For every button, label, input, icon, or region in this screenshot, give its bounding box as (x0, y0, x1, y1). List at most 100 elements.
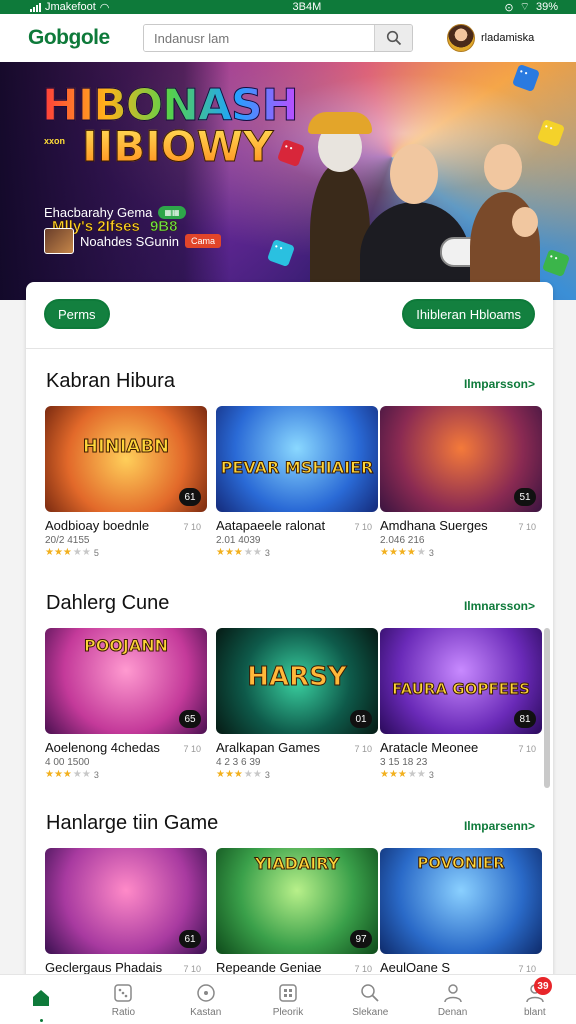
app-logo[interactable]: Gobgole (28, 26, 143, 50)
tab-hibleran[interactable]: Ihibleran Hbloams (402, 299, 535, 329)
nav-home[interactable] (0, 975, 82, 1024)
home-icon (33, 990, 50, 1006)
nav-kastan[interactable]: Kastan (165, 975, 247, 1024)
game-title-row: AeulOane S 7 10 (380, 960, 536, 975)
search-input[interactable] (144, 25, 374, 51)
hero-small-label: xxon (44, 136, 66, 146)
hero-game-badge[interactable]: Cama (185, 234, 222, 248)
game-image: HINIABN 61 (45, 406, 207, 512)
game-card[interactable]: YIADAIRY 97 Repeande Geniae 7 10 (216, 848, 378, 975)
see-all-link[interactable]: Ilmnarsson> (464, 599, 535, 613)
app-header: Gobgole rladamiska (0, 14, 576, 62)
see-all-link[interactable]: Ilmparsson> (464, 377, 535, 391)
game-number: 4 2 3 6 39 (216, 757, 261, 768)
game-title-row: Amdhana Suerges 7 10 (380, 518, 536, 533)
player-face (512, 207, 538, 237)
game-art-text: POOJANN (83, 636, 169, 656)
game-card[interactable]: HARSY 01 Aralkapan Games 7 10 4 2 3 6 39 … (216, 628, 378, 780)
status-bar: Jmakefoot ◠ 3B4M ⊙ ⌔ 39% (0, 0, 576, 14)
game-image: PEVAR MSHIAIER (216, 406, 378, 512)
alarm-icon: ⊙ (504, 1, 514, 14)
nav-label: blant (523, 1006, 546, 1018)
avatar[interactable] (447, 24, 475, 52)
nav-label: Ratio (111, 1006, 136, 1018)
dice-icon (276, 138, 306, 168)
game-meta: 7 10 (354, 964, 372, 974)
game-card[interactable]: FAURA GOPFEES 81 Aratacle Meonee 7 10 3 1… (380, 628, 542, 780)
divider (26, 348, 553, 349)
game-card[interactable]: POVONIER AeulOane S 7 10 (380, 848, 542, 975)
game-title-row: Aratacle Meonee 7 10 (380, 740, 536, 755)
game-title-row: Aralkapan Games 7 10 (216, 740, 372, 755)
game-title: Aratacle Meonee (380, 740, 479, 755)
game-meta: 7 10 (183, 522, 201, 532)
dice-icon (541, 248, 571, 278)
search-icon (386, 30, 401, 46)
hero-title-line2: IIBIOWY (81, 122, 274, 172)
nav-ratio[interactable]: Ratio (82, 975, 164, 1024)
clock: 3B4M (292, 1, 322, 13)
wifi-status-icon: ⌔ (519, 1, 530, 13)
game-art-text: POVONIER (417, 854, 505, 873)
nav-blant[interactable]: blant 39 (494, 975, 576, 1024)
search-icon (361, 983, 379, 1002)
dice-icon (114, 983, 133, 1002)
star-rating: ★★★ ★★ 5 (45, 547, 99, 558)
game-badge: 81 (514, 710, 536, 728)
game-image: POVONIER (380, 848, 542, 954)
game-title: Aatapaeele ralonat (216, 518, 326, 533)
grid-icon (279, 983, 297, 1002)
user-icon (443, 983, 462, 1002)
game-card[interactable]: 51 Amdhana Suerges 7 10 2.046 216 ★★★★ ★ 3 (380, 406, 542, 558)
battery-percent: 39% (535, 1, 558, 13)
game-card[interactable]: POOJANN 65 Aoelenong 4chedas 7 10 4 00 15… (45, 628, 207, 780)
game-badge: 51 (514, 488, 536, 506)
game-title-row: Aatapaeele ralonat 7 10 (216, 518, 372, 533)
game-badge: 97 (350, 930, 372, 948)
game-title: Aodbioay boednle (45, 518, 150, 533)
tab-perms[interactable]: Perms (44, 299, 110, 329)
section-title: Dahlerg Cune (46, 592, 170, 614)
game-meta: 7 10 (183, 744, 201, 754)
nav-label: Pleorik (272, 1006, 304, 1018)
game-title-row: Geclergaus Phadais 7 10 (45, 960, 201, 975)
hat-icon (308, 112, 372, 134)
game-art-text: PEVAR MSHIAIER (220, 458, 374, 478)
star-rating: ★★★★★3 (380, 769, 434, 780)
dice-icon (536, 118, 566, 148)
promo-pill: ▦▦ (158, 206, 186, 219)
game-image: POOJANN 65 (45, 628, 207, 734)
game-title-row: Repeande Geniae 7 10 (216, 960, 372, 975)
game-image: 51 (380, 406, 542, 512)
active-indicator (39, 1019, 43, 1022)
game-number: 2.046 216 (380, 535, 425, 546)
star-rating: ★★★★★3 (216, 769, 270, 780)
scrollbar[interactable] (544, 628, 550, 788)
nav-pleorik[interactable]: Pleorik (247, 975, 329, 1024)
nav-slekane[interactable]: Slekane (329, 975, 411, 1024)
search-button[interactable] (374, 25, 412, 51)
game-badge: 65 (179, 710, 201, 728)
hero-promo-row: Ehacbarahy Gema ▦▦ (44, 205, 186, 220)
star-rating: ★★★★★3 (380, 547, 434, 558)
hero-banner[interactable]: HIBONASH xxon IIBIOWY Mlly's 2Ifses 9B8 … (0, 62, 576, 300)
player-face (484, 144, 522, 190)
star-rating: ★★★★★3 (216, 547, 270, 558)
nav-denan[interactable]: Denan (411, 975, 493, 1024)
game-art-text: YIADAIRY (254, 854, 340, 874)
hero-game-row[interactable]: Noahdes SGunin Cama (44, 228, 222, 254)
game-title: Repeande Geniae (216, 960, 322, 975)
game-card[interactable]: 61 Geclergaus Phadais 7 10 (45, 848, 207, 975)
game-meta: 7 10 (518, 744, 536, 754)
game-card[interactable]: PEVAR MSHIAIER Aatapaeele ralonat 7 10 2.… (216, 406, 378, 558)
see-all-link[interactable]: Ilmparsenn> (464, 819, 535, 833)
game-number: 20/2 4155 (45, 535, 90, 546)
user-menu[interactable]: rladamiska (447, 24, 534, 52)
section-title: Kabran Hibura (46, 370, 175, 392)
hero-game-text: Noahdes SGunin (80, 233, 180, 249)
game-number: 3 15 18 23 (380, 757, 428, 768)
game-card[interactable]: HINIABN 61 Aodbioay boednle 7 10 20/2 415… (45, 406, 207, 558)
game-thumbnail (44, 228, 74, 254)
host-face (390, 144, 438, 204)
game-meta: 7 10 (518, 522, 536, 532)
